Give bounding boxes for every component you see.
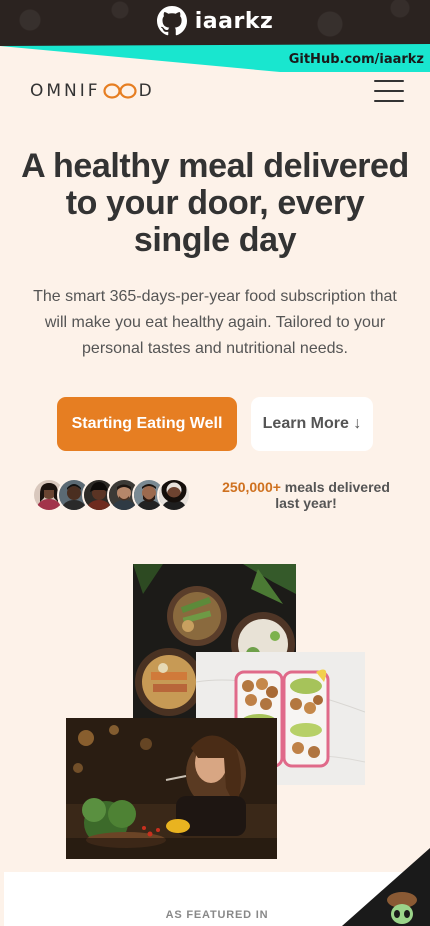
meals-delivered-text: 250,000+ meals delivered last year! [206,479,406,511]
hamburger-menu-icon[interactable] [374,80,404,102]
site-header: OMNIF D [30,78,404,104]
omnifood-logo[interactable]: OMNIF D [30,81,155,101]
github-banner: iaarkz [0,0,430,46]
hero-title: A healthy meal delivered to your door, e… [21,147,409,259]
menu-line [374,100,404,102]
logo-text-left: OMNIF [30,81,101,101]
github-brand[interactable]: iaarkz [0,6,430,36]
learn-more-button[interactable]: Learn More ↓ [251,397,373,451]
corner-badge[interactable] [342,848,430,926]
hero-description: The smart 365-days-per-year food subscri… [33,288,397,357]
menu-line [374,90,404,92]
avatar [157,478,191,512]
logo-text-right: D [138,81,155,101]
customer-avatars [32,478,192,512]
woman-eating-image [66,718,277,859]
logo-loop-icon [102,83,137,99]
ribbon-link-text[interactable]: GitHub.com/iaarkz [289,52,424,67]
meals-delivered-period: last year! [275,495,337,511]
menu-line [374,80,404,82]
start-eating-well-button[interactable]: Starting Eating Well [57,397,237,451]
meals-delivered-count: 250,000+ [222,479,281,495]
meals-delivered-label: meals delivered [280,479,390,495]
github-ribbon[interactable]: GitHub.com/iaarkz [0,44,430,72]
github-username: iaarkz [194,8,274,34]
github-icon [156,6,187,36]
